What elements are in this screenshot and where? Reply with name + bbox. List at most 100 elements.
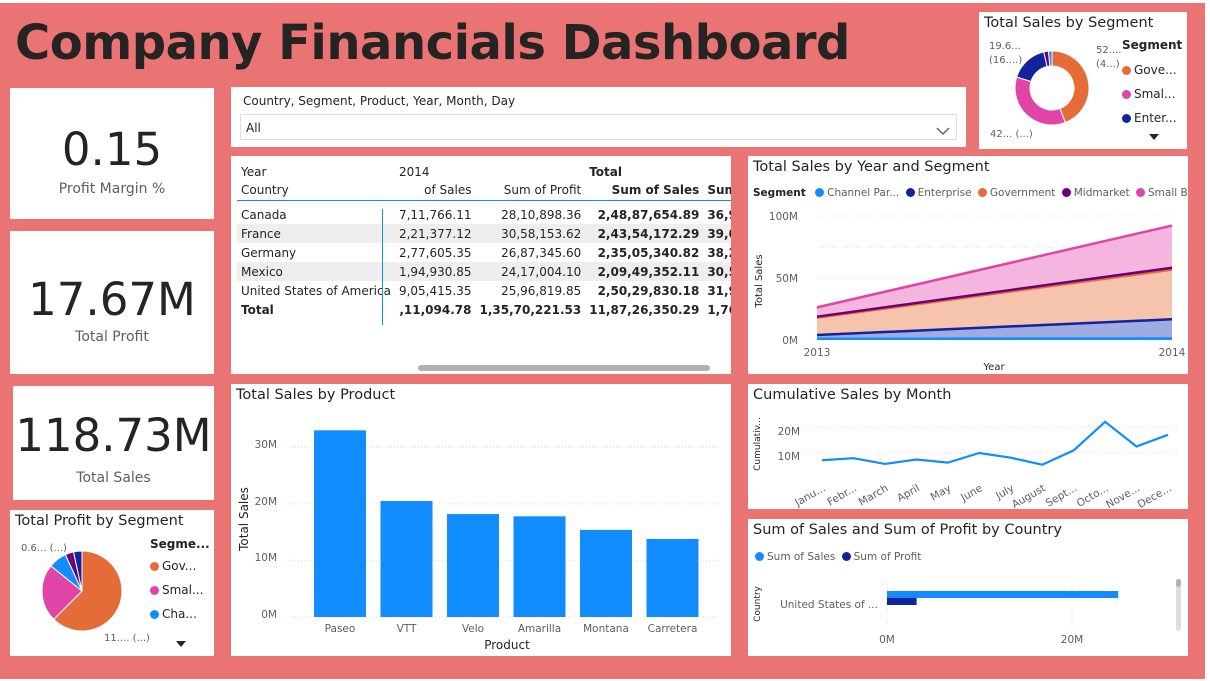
matrix-card[interactable]: Year 2014 Total Country of Sales Sum of … — [231, 156, 731, 374]
donut-label-enterprise-pct: (16....) — [989, 55, 1022, 66]
dashboard-title: Company Financials Dashboard — [15, 15, 850, 71]
kpi-total-sales-card[interactable]: 118.73M Total Sales — [13, 386, 214, 500]
legend-item-small-business[interactable]: Smal... — [150, 578, 203, 602]
header-profit-2014[interactable]: Sum of Profit — [475, 181, 585, 200]
table-row[interactable]: Canada 7,11,766.11 28,10,898.36 2,48,87,… — [237, 205, 731, 224]
chevron-down-icon[interactable] — [936, 121, 950, 140]
legend-more-icon[interactable] — [1149, 134, 1159, 140]
matrix-header-year: Year 2014 Total — [237, 162, 731, 181]
row-total-profit: 30,53,223.: — [707, 264, 731, 279]
x-tick-label: Montana — [583, 623, 629, 635]
x-tick-20m: 20M — [1061, 634, 1083, 646]
cumulative-line-card[interactable]: Cumulative Sales by Month Janu... Febr...… — [748, 384, 1188, 509]
y-tick-10m: 10M — [778, 451, 800, 463]
cumulative-y-axis-title: Cumulativ... — [753, 417, 763, 471]
scroll-thumb[interactable] — [1176, 579, 1181, 587]
bar-paseo[interactable] — [314, 430, 366, 617]
sales-matrix: Year 2014 Total Country of Sales Sum of … — [237, 162, 731, 319]
row-country: Mexico — [241, 264, 283, 279]
row-sales: 2,77,605.35 — [398, 245, 472, 260]
row-sales: 9,05,415.35 — [398, 283, 472, 298]
matrix-column-divider — [382, 209, 383, 325]
y-tick-10m: 10M — [255, 552, 277, 564]
x-tick-label: Velo — [462, 623, 484, 635]
x-tick-label: Dece... — [1136, 482, 1174, 509]
table-row[interactable]: Germany 2,77,605.35 26,87,345.60 2,35,05… — [237, 243, 731, 262]
row-sales: 2,21,377.12 — [398, 226, 472, 241]
area-x-axis-title: Year — [982, 362, 1005, 373]
pie-label-small: 0.6... (...) — [21, 543, 67, 554]
total-sales-value: 118.73M — [15, 409, 212, 462]
legend-more-icon[interactable] — [176, 641, 186, 647]
row-total-profit: 36,93,717.( — [707, 207, 731, 222]
bar-sum-of-sales[interactable] — [887, 591, 1119, 598]
y-tick-100m: 100M — [769, 211, 798, 223]
y-tick-30m: 30M — [255, 439, 277, 451]
product-bar-card[interactable]: Total Sales by Product Paseo VTT Velo Amari… — [231, 384, 731, 656]
y-tick-0m: 0M — [261, 609, 277, 621]
header-total-profit[interactable]: Sum of Profi — [703, 181, 731, 200]
x-tick-label: March — [857, 482, 891, 508]
country-vertical-scrollbar[interactable] — [1176, 581, 1181, 631]
matrix-horizontal-scrollbar[interactable] — [418, 365, 710, 371]
donut-label-government-value: 52.... — [1096, 45, 1121, 56]
x-tick-label: Carretera — [648, 623, 698, 635]
header-2014: 2014 — [398, 164, 430, 179]
legend-item-small-business[interactable]: Smal... — [1122, 82, 1177, 106]
header-total-sales[interactable]: Sum of Sales — [585, 181, 703, 200]
row-profit: 25,96,819.85 — [501, 283, 582, 298]
legend-item-enterprise[interactable]: Enter... — [1122, 106, 1177, 130]
year-segment-area-card[interactable]: Total Sales by Year and Segment Segment … — [748, 156, 1188, 374]
slicer-dropdown[interactable]: All — [240, 114, 957, 140]
country-bar-chart: Country United States of ... 0M 20M — [753, 581, 1119, 646]
row-total-profit: 39,06,754.! — [707, 226, 731, 241]
x-tick-label: Febr... — [825, 482, 859, 508]
kpi-total-profit-card[interactable]: 17.67M Total Profit — [10, 231, 214, 374]
row-sales: 1,94,930.85 — [398, 264, 472, 279]
legend-label: Cha... — [162, 607, 197, 621]
legend-item-government[interactable]: Gov... — [150, 554, 203, 578]
matrix-header-columns: Country of Sales Sum of Profit Sum of Sa… — [237, 181, 731, 200]
x-tick-label: Janu... — [792, 482, 827, 509]
x-tick-0m: 0M — [879, 634, 895, 646]
header-empty — [475, 162, 585, 181]
x-tick-label: Octo... — [1075, 482, 1111, 509]
pie-label-government: 11.... (...) — [104, 633, 150, 644]
donut-label-government-pct: (4...) — [1096, 59, 1120, 70]
country-category-label: United States of ... — [780, 599, 878, 611]
table-row[interactable]: Mexico 1,94,930.85 24,17,004.10 2,09,49,… — [237, 262, 731, 281]
x-tick-label: June — [958, 482, 985, 504]
profit-pie-card[interactable]: Total Profit by Segment 0.6... (...) 11.… — [10, 510, 214, 656]
table-row[interactable]: France 2,21,377.12 30,58,153.62 2,43,54,… — [237, 224, 731, 243]
area-chart: 100M 50M 0M 2013 2014 Year Total Sales — [754, 211, 1186, 373]
y-tick-50m: 50M — [776, 273, 798, 285]
bar-sum-of-profit[interactable] — [887, 598, 917, 605]
cumulative-line[interactable] — [821, 420, 1169, 466]
table-row[interactable]: United States of America 9,05,415.35 25,… — [237, 281, 731, 300]
donut-label-enterprise-value: 19.6... — [989, 41, 1021, 52]
kpi-profit-margin-card[interactable]: 0.15 Profit Margin % — [10, 88, 214, 219]
bar-carretera[interactable] — [646, 538, 699, 617]
bar-amarilla[interactable] — [513, 516, 566, 617]
country-bar-card[interactable]: Sum of Sales and Sum of Profit by Countr… — [748, 519, 1188, 656]
legend-item-government[interactable]: Gove... — [1122, 58, 1177, 82]
slice-small-business[interactable] — [1014, 76, 1066, 126]
table-total-row[interactable]: Total ,11,094.78 1,35,70,221.53 11,87,26… — [237, 300, 731, 319]
legend-item-channel[interactable]: Cha... — [150, 602, 203, 626]
x-tick-label: Sept... — [1044, 482, 1079, 509]
header-country[interactable]: Country — [237, 181, 395, 200]
bar-velo[interactable] — [447, 514, 499, 617]
bar-montana[interactable] — [580, 529, 632, 617]
segment-donut-card[interactable]: Total Sales by Segment 19.6... (16....) … — [979, 12, 1187, 149]
row-total-sales: 2,50,29,830.18 — [597, 283, 700, 298]
legend-label: Gove... — [1134, 63, 1177, 77]
header-total: Total — [589, 164, 623, 179]
header-empty — [703, 162, 731, 181]
product-x-axis-title: Product — [484, 638, 530, 652]
profit-margin-value: 0.15 — [61, 123, 163, 176]
bar-vtt[interactable] — [380, 501, 433, 617]
row-sales: 7,11,766.11 — [398, 207, 472, 222]
legend-label: Smal... — [1134, 87, 1176, 101]
product-y-axis-title: Total Sales — [237, 487, 251, 552]
header-sales-2014[interactable]: of Sales — [395, 181, 476, 200]
